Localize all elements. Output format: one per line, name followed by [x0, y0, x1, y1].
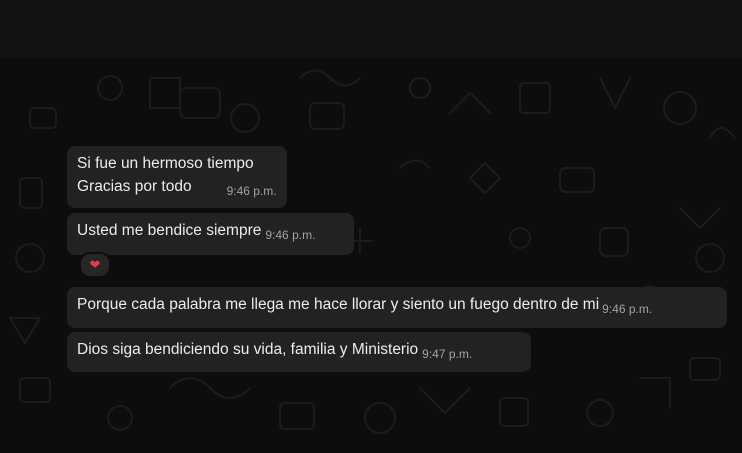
message-text: Dios siga bendiciendo su vida, familia y…: [77, 341, 419, 358]
message-timestamp: 9:47 p.m.: [422, 347, 473, 361]
chat-wallpaper: Si fue un hermoso tiempo Gracias por tod…: [0, 58, 742, 453]
chat-header: [0, 0, 742, 58]
message-timestamp: 9:46 p.m.: [226, 184, 277, 198]
message-bubble[interactable]: Si fue un hermoso tiempo Gracias por tod…: [67, 146, 287, 208]
wallpaper-doodles: [9, 69, 736, 434]
message-text: Porque cada palabra me llega me hace llo…: [77, 296, 600, 313]
message-bubble[interactable]: Porque cada palabra me llega me hace llo…: [67, 287, 727, 328]
message-timestamp: 9:46 p.m.: [265, 228, 316, 242]
message-bubble[interactable]: Usted me bendice siempre 9:46 p.m.: [67, 213, 354, 255]
message-text: Si fue un hermoso tiempo: [77, 155, 254, 172]
message-text: Gracias por todo: [77, 178, 192, 195]
message-bubble[interactable]: Dios siga bendiciendo su vida, familia y…: [67, 332, 531, 372]
reaction-heart-icon[interactable]: ❤: [79, 252, 111, 278]
message-text: Usted me bendice siempre: [77, 222, 262, 239]
message-timestamp: 9:46 p.m.: [602, 302, 653, 316]
